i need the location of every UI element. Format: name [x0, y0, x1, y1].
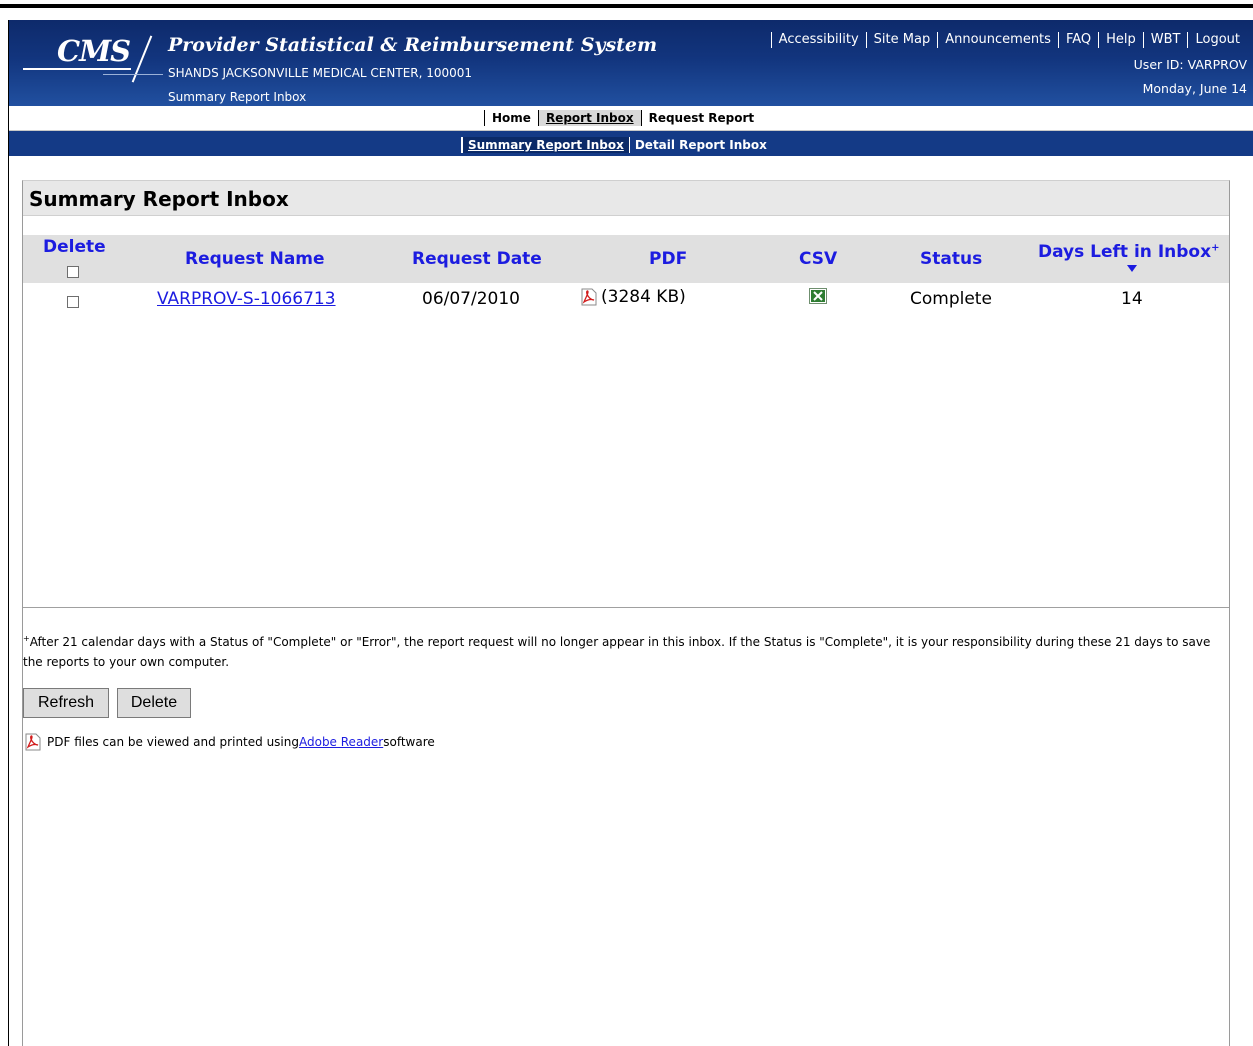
column-header-days-left[interactable]: Days Left in Inbox+ — [1038, 242, 1219, 262]
nav-report-inbox[interactable]: Report Inbox — [537, 110, 641, 126]
link-faq[interactable]: FAQ — [1057, 32, 1098, 48]
column-header-csv: CSV — [799, 249, 838, 269]
primary-nav: Home Report Inbox Request Report — [9, 106, 1253, 131]
nav-home[interactable]: Home — [484, 110, 538, 126]
table-header: Delete Request Name Request Date PDF CSV… — [23, 235, 1229, 283]
sort-desc-icon[interactable] — [1127, 265, 1137, 272]
pdf-icon[interactable] — [581, 288, 597, 306]
system-title: Provider Statistical & Reimbursement Sys… — [168, 34, 658, 56]
column-header-request-name[interactable]: Request Name — [185, 249, 325, 269]
column-header-status[interactable]: Status — [920, 249, 982, 269]
column-header-pdf: PDF — [649, 249, 688, 269]
utility-links: Accessibility Site Map Announcements FAQ… — [770, 32, 1247, 48]
column-header-request-date[interactable]: Request Date — [412, 249, 542, 269]
link-accessibility[interactable]: Accessibility — [770, 32, 866, 48]
panel-title: Summary Report Inbox — [29, 187, 289, 211]
pdf-note-suffix: software — [383, 735, 435, 749]
request-date: 06/07/2010 — [422, 289, 520, 309]
link-help[interactable]: Help — [1098, 32, 1143, 48]
row-delete-checkbox[interactable] — [67, 293, 79, 312]
pdf-note: PDF files can be viewed and printed usin… — [25, 733, 435, 751]
cms-logo: CMS — [23, 32, 163, 92]
provider-name: SHANDS JACKSONVILLE MEDICAL CENTER, 1000… — [168, 66, 473, 80]
left-border — [8, 20, 9, 1046]
secondary-nav: Summary Report Inbox Detail Report Inbox — [9, 131, 1253, 156]
app-header: CMS Provider Statistical & Reimbursement… — [9, 20, 1253, 106]
link-announcements[interactable]: Announcements — [937, 32, 1058, 48]
select-all-checkbox[interactable] — [67, 263, 79, 282]
top-border — [0, 4, 1253, 8]
tab-detail-report-inbox[interactable]: Detail Report Inbox — [628, 137, 772, 153]
status-text: Complete — [910, 289, 992, 309]
adobe-reader-link[interactable]: Adobe Reader — [299, 735, 383, 749]
column-header-delete: Delete — [43, 237, 106, 257]
retention-footnote: +After 21 calendar days with a Status of… — [23, 634, 1211, 669]
refresh-button[interactable]: Refresh — [23, 688, 109, 718]
current-date: Monday, June 14 — [1142, 81, 1247, 96]
breadcrumb: Summary Report Inbox — [168, 90, 307, 104]
request-name-link[interactable]: VARPROV-S-1066713 — [157, 289, 336, 309]
tab-summary-report-inbox[interactable]: Summary Report Inbox — [461, 137, 629, 153]
link-wbt[interactable]: WBT — [1142, 32, 1188, 48]
divider — [23, 607, 1229, 608]
excel-icon[interactable] — [809, 288, 827, 308]
days-left-value: 14 — [1121, 289, 1143, 309]
delete-button[interactable]: Delete — [117, 688, 191, 718]
pdf-size: (3284 KB) — [601, 287, 686, 307]
pdf-cell[interactable]: (3284 KB) — [581, 287, 686, 307]
pdf-icon — [25, 733, 41, 751]
inbox-panel: Summary Report Inbox Delete Request Name… — [22, 180, 1230, 1046]
link-site-map[interactable]: Site Map — [865, 32, 938, 48]
pdf-note-text: PDF files can be viewed and printed usin… — [47, 735, 299, 749]
nav-request-report[interactable]: Request Report — [640, 110, 762, 126]
logo-text: CMS — [57, 34, 131, 68]
user-id: User ID: VARPROV — [1133, 57, 1247, 72]
link-logout[interactable]: Logout — [1187, 32, 1247, 48]
